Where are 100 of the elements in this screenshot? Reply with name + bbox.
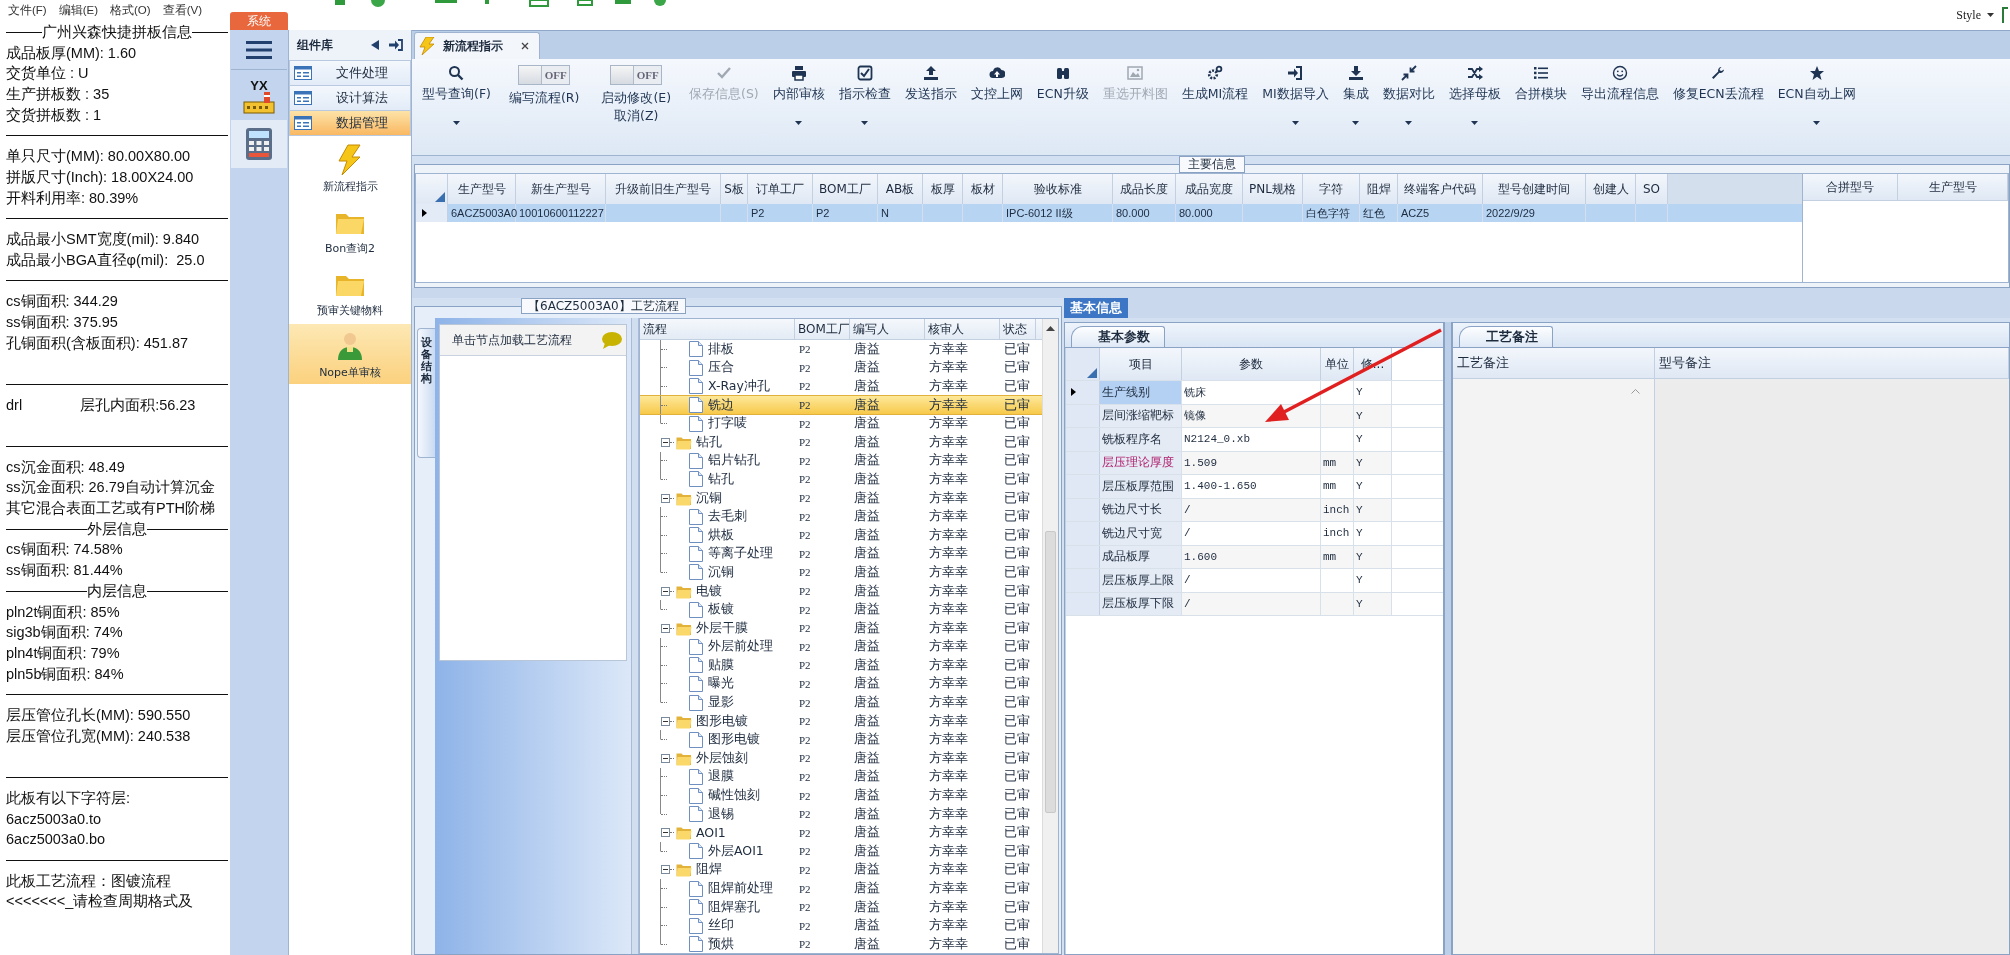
table-row[interactable]: 层间涨缩靶标 镜像 Y <box>1066 404 1443 428</box>
document-tab[interactable]: 新流程指示 <box>414 32 540 59</box>
tree-row[interactable]: 等离子处理 P2 唐益 方幸幸 已审 <box>640 544 1042 564</box>
toolbar-button[interactable]: 内部审核 <box>768 65 829 125</box>
app-module-button[interactable]: YX <box>231 74 287 120</box>
column-header[interactable]: 工艺备注 <box>1453 348 1655 378</box>
tree-row[interactable]: 显影 P2 唐益 方幸幸 已审 <box>640 693 1042 712</box>
scroll-up-icon[interactable] <box>1046 326 1055 331</box>
tree-row[interactable]: 铝片钻孔 P2 唐益 方幸幸 已审 <box>640 451 1042 471</box>
column-header[interactable]: 项目 <box>1100 348 1182 380</box>
toolbar-button[interactable]: 数据对比 <box>1378 65 1439 125</box>
tree-row[interactable]: 图形电镀 P2 唐益 方幸幸 已审 <box>640 730 1042 750</box>
panel-tab[interactable]: 基本信息 <box>1064 298 1128 318</box>
tree-row[interactable]: 阻焊 P2 唐益 方幸幸 已审 <box>640 860 1042 880</box>
toolbar-button[interactable]: ECN自动上网 <box>1773 65 1860 125</box>
tree-row[interactable]: 曝光 P2 唐益 方幸幸 已审 <box>640 674 1042 694</box>
table-row[interactable]: 层压板厚范围 1.400-1.650 mm Y <box>1066 475 1443 499</box>
menu-item[interactable]: 格式(O) <box>110 2 151 18</box>
side-tab[interactable]: 设备结构 <box>417 328 435 458</box>
scrollbar[interactable] <box>1042 319 1058 953</box>
toolbar-button[interactable]: 型号查询(F) <box>418 65 495 125</box>
menu-item[interactable]: 编辑(E) <box>58 2 99 18</box>
toggle-switch[interactable]: OFF <box>518 65 571 85</box>
toolbar-button[interactable]: 合拼模块 <box>1510 65 1571 103</box>
toolbar-button[interactable]: 集成 <box>1338 65 1373 125</box>
tree-row[interactable]: 阻焊前处理 P2 唐益 方幸幸 已审 <box>640 879 1042 898</box>
menu-item[interactable]: 查看(V) <box>162 2 202 18</box>
column-header[interactable]: 流程 <box>640 319 795 339</box>
toolbar-button[interactable]: 文控上网 <box>966 65 1027 103</box>
module-item[interactable]: 新流程指示 <box>289 138 411 198</box>
tree-row[interactable]: 外层干膜 P2 唐益 方幸幸 已审 <box>640 618 1042 638</box>
minus-box-icon[interactable] <box>661 865 670 875</box>
tree-row[interactable]: 碱性蚀刻 P2 唐益 方幸幸 已审 <box>640 786 1042 805</box>
tree-row[interactable]: 沉铜 P2 唐益 方幸幸 已审 <box>640 563 1042 582</box>
scrollbar-thumb[interactable] <box>1045 531 1056 813</box>
toolbar-button[interactable]: 生成MI流程 <box>1177 65 1253 103</box>
tree-row[interactable]: 阻焊塞孔 P2 唐益 方幸幸 已审 <box>640 897 1042 917</box>
module-item[interactable]: Bon查询2 <box>289 200 411 260</box>
tree-row[interactable]: X-Ray冲孔 P2 唐益 方幸幸 已审 <box>640 377 1042 396</box>
tree-row[interactable]: 排板 P2 唐益 方幸幸 已审 <box>640 340 1042 359</box>
tree-row[interactable]: AOI1 P2 唐益 方幸幸 已审 <box>640 823 1042 843</box>
tree-row[interactable]: 预烘 P2 唐益 方幸幸 已审 <box>640 935 1042 953</box>
column-header[interactable]: 合拼型号 <box>1803 174 1898 200</box>
collapse-left-icon[interactable] <box>371 40 379 50</box>
column-header[interactable]: 生产型号 <box>1898 174 2008 200</box>
minus-box-icon[interactable] <box>661 586 670 596</box>
tree-row[interactable]: 外层蚀刻 P2 唐益 方幸幸 已审 <box>640 749 1042 768</box>
tree-row[interactable]: 电镀 P2 唐益 方幸幸 已审 <box>640 581 1042 601</box>
table-row[interactable]: 生产线别 铣床 Y <box>1066 381 1443 405</box>
table-row[interactable]: 铣边尺寸宽 / inch Y <box>1066 522 1443 546</box>
tree-row[interactable]: 钻孔 P2 唐益 方幸幸 已审 <box>640 470 1042 489</box>
column-header[interactable]: 状态 <box>1000 319 1036 339</box>
tree-row[interactable]: 退锡 P2 唐益 方幸幸 已审 <box>640 804 1042 824</box>
panel-tab[interactable]: 基本参数 <box>1071 326 1165 347</box>
style-menu[interactable]: Style <box>1956 7 1994 23</box>
tree-row[interactable]: 去毛刺 P2 唐益 方幸幸 已审 <box>640 507 1042 526</box>
table-row[interactable]: 层压板厚上限 / Y <box>1066 569 1443 593</box>
toolbar-button[interactable]: 选择母板 <box>1444 65 1505 125</box>
module-item[interactable]: Nope单审核 <box>289 324 411 384</box>
column-header[interactable]: 单位 <box>1321 348 1354 380</box>
column-header[interactable]: 参数 <box>1182 348 1321 380</box>
table-row[interactable]: 铣边尺寸长 / inch Y <box>1066 498 1443 522</box>
toolbar-button[interactable]: 导出流程信息 <box>1576 65 1663 103</box>
tree-row[interactable]: 压合 P2 唐益 方幸幸 已审 <box>640 358 1042 378</box>
minus-box-icon[interactable] <box>661 623 670 633</box>
toolbar-button[interactable]: 指示检查 <box>834 65 895 125</box>
menu-item[interactable]: 文件(F) <box>8 2 47 18</box>
column-header[interactable]: 型号备注 <box>1655 348 2009 378</box>
tree-row[interactable]: 退膜 P2 唐益 方幸幸 已审 <box>640 767 1042 787</box>
column-header[interactable]: 编写人 <box>850 319 925 339</box>
column-header[interactable]: 核审人 <box>925 319 1000 339</box>
minus-box-icon[interactable] <box>661 493 670 503</box>
panel-tab[interactable]: 工艺备注 <box>1459 326 1553 347</box>
tree-row[interactable]: 烘板 P2 唐益 方幸幸 已审 <box>640 525 1042 545</box>
table-row[interactable]: 6ACZ5003A0 10010600112227 P2 P2 N IPC-6012 II级 80.000 80.000 白色字符 红色 ACZ5 2022/9/29 <box>416 204 1802 222</box>
tree-row[interactable]: 外层AOI1 P2 唐益 方幸幸 已审 <box>640 842 1042 861</box>
calculator-button[interactable] <box>231 120 287 168</box>
toolbar-button[interactable]: ECN升级 <box>1032 65 1093 103</box>
module-item[interactable]: 预审关键物料 <box>289 262 411 322</box>
close-icon[interactable] <box>521 42 529 50</box>
minus-box-icon[interactable] <box>661 437 670 447</box>
tree-row[interactable]: 钻孔 P2 唐益 方幸幸 已审 <box>640 432 1042 452</box>
category-item[interactable]: 数据管理 <box>289 111 411 136</box>
table-row[interactable]: 成品板厚 1.600 mm Y <box>1066 545 1443 569</box>
table-row[interactable]: 铣板程序名 N2124_0.xb Y <box>1066 428 1443 452</box>
category-item[interactable]: 设计算法 <box>289 86 411 111</box>
toggle-switch[interactable]: OFF <box>610 65 663 85</box>
toolbar-button[interactable]: 修复ECN丢流程 <box>1668 65 1768 103</box>
tree-row[interactable]: 板镀 P2 唐益 方幸幸 已审 <box>640 600 1042 619</box>
tree-row[interactable]: 外层前处理 P2 唐益 方幸幸 已审 <box>640 637 1042 657</box>
tree-row[interactable]: 打字唛 P2 唐益 方幸幸 已审 <box>640 414 1042 433</box>
minus-box-icon[interactable] <box>661 828 670 838</box>
tree-row[interactable]: 沉铜 P2 唐益 方幸幸 已审 <box>640 488 1042 508</box>
tree-row[interactable]: 铣边 P2 唐益 方幸幸 已审 <box>640 395 1042 415</box>
tree-row[interactable]: 丝印 P2 唐益 方幸幸 已审 <box>640 916 1042 935</box>
sign-in-icon[interactable] <box>389 39 403 51</box>
tree-row[interactable]: 图形电镀 P2 唐益 方幸幸 已审 <box>640 711 1042 731</box>
tree-row[interactable]: 贴膜 P2 唐益 方幸幸 已审 <box>640 656 1042 675</box>
minus-box-icon[interactable] <box>661 716 670 726</box>
column-header[interactable]: BOM工厂 <box>795 319 850 339</box>
